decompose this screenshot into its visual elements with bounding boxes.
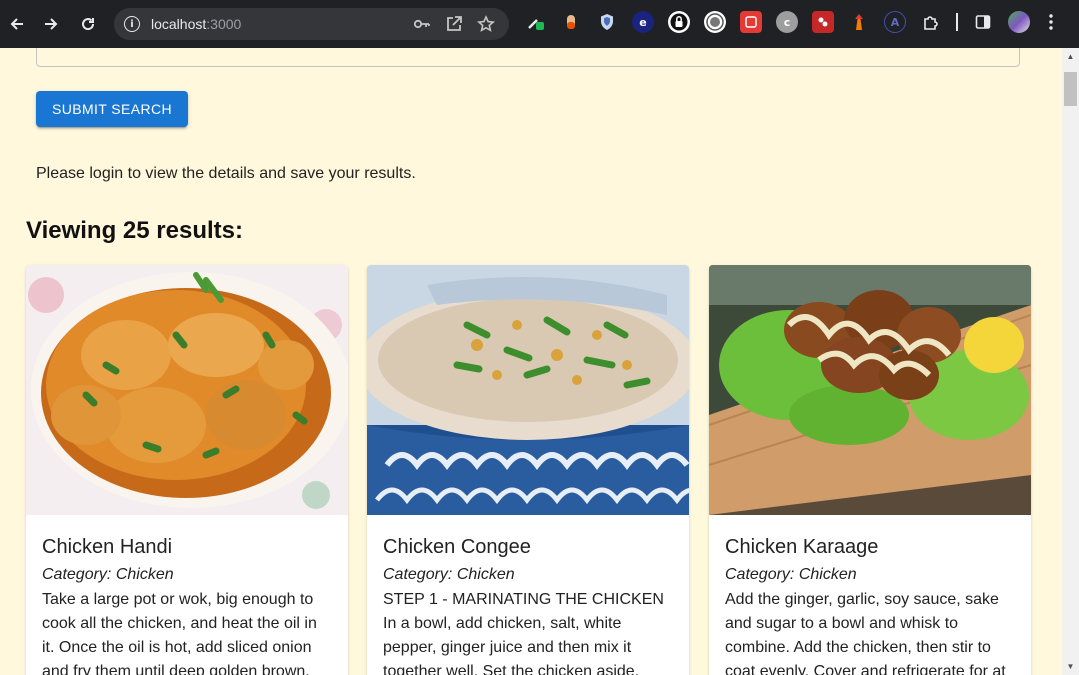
back-icon[interactable] <box>2 9 32 39</box>
recipe-card[interactable]: Chicken Karaage Category: Chicken Add th… <box>709 265 1031 675</box>
results-heading: Viewing 25 results: <box>26 217 243 244</box>
recipe-description: STEP 1 - MARINATING THE CHICKEN In a bow… <box>383 591 664 675</box>
page-content: SUBMIT SEARCH Please login to view the d… <box>0 48 1062 675</box>
recipe-image <box>709 265 1031 515</box>
red-square-extension-icon[interactable] <box>740 11 762 33</box>
recipe-description: Take a large pot or wok, big enough to c… <box>42 591 317 675</box>
open-external-icon[interactable] <box>445 15 463 33</box>
recipe-title: Chicken Handi <box>42 536 173 558</box>
forward-icon[interactable] <box>36 9 66 39</box>
recipe-description: Add the ginger, garlic, soy sauce, sake … <box>725 591 1006 675</box>
scroll-down-arrow-icon[interactable]: ▼ <box>1062 658 1079 675</box>
recipe-category: Category: Chicken <box>42 566 174 583</box>
address-bar[interactable]: i localhost:3000 <box>114 8 509 40</box>
url-text: localhost:3000 <box>151 16 242 32</box>
lock-extension-icon[interactable] <box>668 11 690 33</box>
lighthouse-extension-icon[interactable] <box>848 11 870 33</box>
recipe-image <box>26 265 348 515</box>
browser-toolbar: i localhost:3000 e c A <box>0 0 1079 48</box>
recipe-category: Category: Chicken <box>725 566 857 583</box>
submit-search-button[interactable]: SUBMIT SEARCH <box>36 91 188 127</box>
side-panel-icon[interactable] <box>972 11 994 33</box>
recipe-title: Chicken Karaage <box>725 536 879 558</box>
puzzle-red-extension-icon[interactable] <box>812 11 834 33</box>
scroll-up-arrow-icon[interactable]: ▲ <box>1062 48 1079 65</box>
recipe-card[interactable]: Chicken Congee Category: Chicken STEP 1 … <box>367 265 689 675</box>
eyedropper-extension-icon[interactable] <box>524 11 546 33</box>
blue-circle-extension-icon[interactable]: e <box>632 11 654 33</box>
kebab-menu-icon[interactable] <box>1044 11 1058 33</box>
duck-extension-icon[interactable] <box>704 11 726 33</box>
key-icon[interactable] <box>413 15 431 33</box>
reload-icon[interactable] <box>73 9 103 39</box>
site-info-icon[interactable]: i <box>124 16 140 32</box>
capsule-extension-icon[interactable] <box>560 11 582 33</box>
scrollbar-thumb[interactable] <box>1064 72 1077 106</box>
recipe-card[interactable]: Chicken Handi Category: Chicken Take a l… <box>26 265 348 675</box>
bookmark-star-icon[interactable] <box>477 15 495 33</box>
shield-extension-icon[interactable] <box>596 11 618 33</box>
toolbar-divider <box>956 13 958 31</box>
extensions-puzzle-icon[interactable] <box>920 11 942 33</box>
a-circle-extension-icon[interactable]: A <box>884 11 906 33</box>
recipe-image <box>367 265 689 515</box>
login-message: Please login to view the details and sav… <box>36 165 416 182</box>
search-input[interactable] <box>36 48 1020 67</box>
grey-circle-extension-icon[interactable]: c <box>776 11 798 33</box>
profile-avatar-icon[interactable] <box>1008 11 1030 33</box>
recipe-title: Chicken Congee <box>383 536 531 558</box>
recipe-category: Category: Chicken <box>383 566 515 583</box>
vertical-scrollbar[interactable]: ▲ ▼ <box>1062 48 1079 675</box>
